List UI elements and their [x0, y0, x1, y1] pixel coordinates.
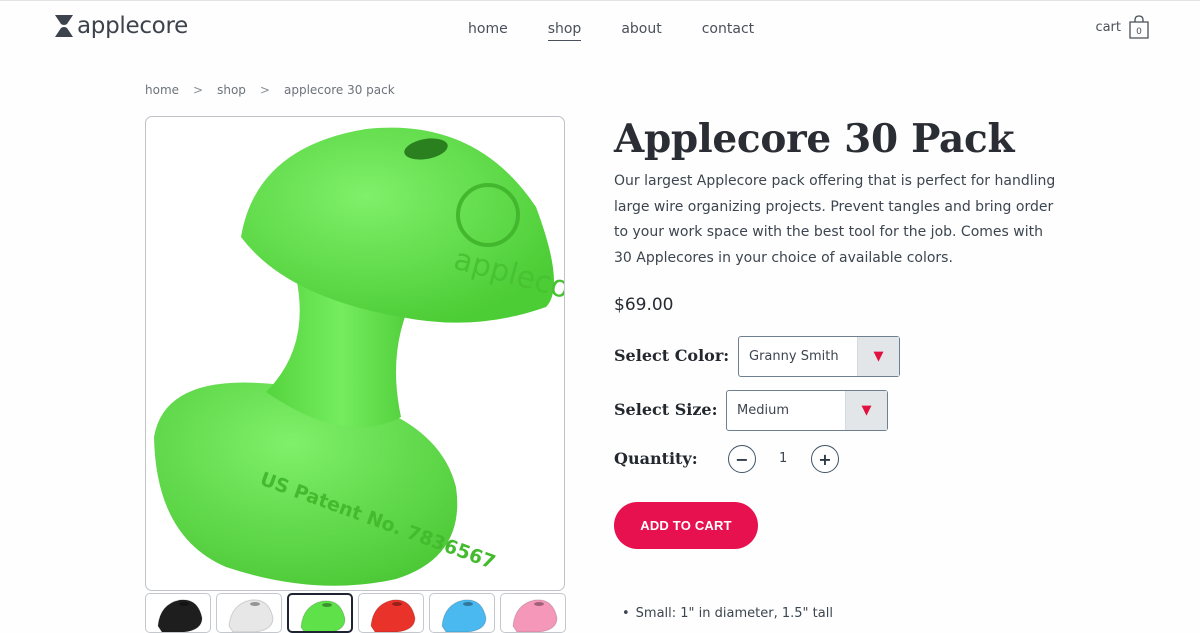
dropdown-arrow-icon: ▼: [845, 391, 887, 430]
nav-contact[interactable]: contact: [702, 21, 754, 41]
breadcrumb-current: applecore 30 pack: [283, 83, 395, 97]
nav-about[interactable]: about: [621, 21, 661, 41]
nav-home[interactable]: home: [468, 21, 508, 41]
quantity-increase-button[interactable]: +: [811, 445, 839, 473]
breadcrumb-separator: >: [259, 83, 270, 97]
cart-label: cart: [1095, 19, 1121, 35]
add-to-cart-button[interactable]: ADD TO CART: [614, 502, 758, 549]
thumbnail-black[interactable]: [145, 593, 211, 633]
applecore-product-illustration: applecore US Patent No. 7836567: [154, 127, 564, 586]
color-select-value: Granny Smith: [749, 349, 839, 364]
color-label: Select Color:: [614, 346, 730, 365]
product-description: Our largest Applecore pack offering that…: [614, 173, 1056, 266]
breadcrumb-separator: >: [193, 83, 204, 97]
thumbnail-pink[interactable]: [500, 593, 566, 633]
size-select-value: Medium: [737, 403, 789, 418]
product-price: $69.00: [614, 295, 674, 315]
thumbnail-green[interactable]: [287, 593, 353, 633]
product-specs: Small: 1" in diameter, 1.5" tall: [622, 606, 833, 621]
applecore-logo-icon: [55, 15, 73, 37]
product-main-image[interactable]: applecore US Patent No. 7836567: [145, 116, 565, 591]
site-header: applecore home shop about contact cart 0: [0, 0, 1200, 58]
cart-count: 0: [1136, 27, 1142, 37]
quantity-decrease-button[interactable]: −: [728, 445, 756, 473]
size-label: Select Size:: [614, 400, 718, 419]
size-select[interactable]: Medium ▼: [726, 390, 888, 431]
breadcrumb: home > shop > applecore 30 pack: [145, 83, 395, 97]
thumbnail-red[interactable]: [358, 593, 424, 633]
product-title: Applecore 30 Pack: [614, 116, 1015, 162]
logo[interactable]: applecore: [54, 13, 188, 39]
cart-link[interactable]: cart 0: [1095, 15, 1150, 39]
spec-item: Small: 1" in diameter, 1.5" tall: [622, 606, 833, 621]
thumbnail-blue[interactable]: [429, 593, 495, 633]
quantity-value: 1: [779, 451, 788, 466]
thumbnail-white[interactable]: [216, 593, 282, 633]
minus-icon: −: [735, 449, 749, 469]
plus-icon: +: [818, 449, 832, 469]
logo-text: applecore: [77, 13, 188, 39]
thumbnail-applecore-icon: [300, 600, 346, 631]
breadcrumb-home[interactable]: home: [145, 83, 179, 97]
dropdown-arrow-icon: ▼: [857, 337, 899, 376]
thumbnail-strip: [145, 593, 566, 633]
nav-shop[interactable]: shop: [547, 21, 582, 41]
shopping-bag-icon: 0: [1129, 15, 1149, 39]
main-nav: home shop about contact: [468, 21, 794, 41]
breadcrumb-shop[interactable]: shop: [217, 83, 246, 97]
color-select[interactable]: Granny Smith ▼: [738, 336, 900, 377]
quantity-label: Quantity:: [614, 449, 698, 468]
